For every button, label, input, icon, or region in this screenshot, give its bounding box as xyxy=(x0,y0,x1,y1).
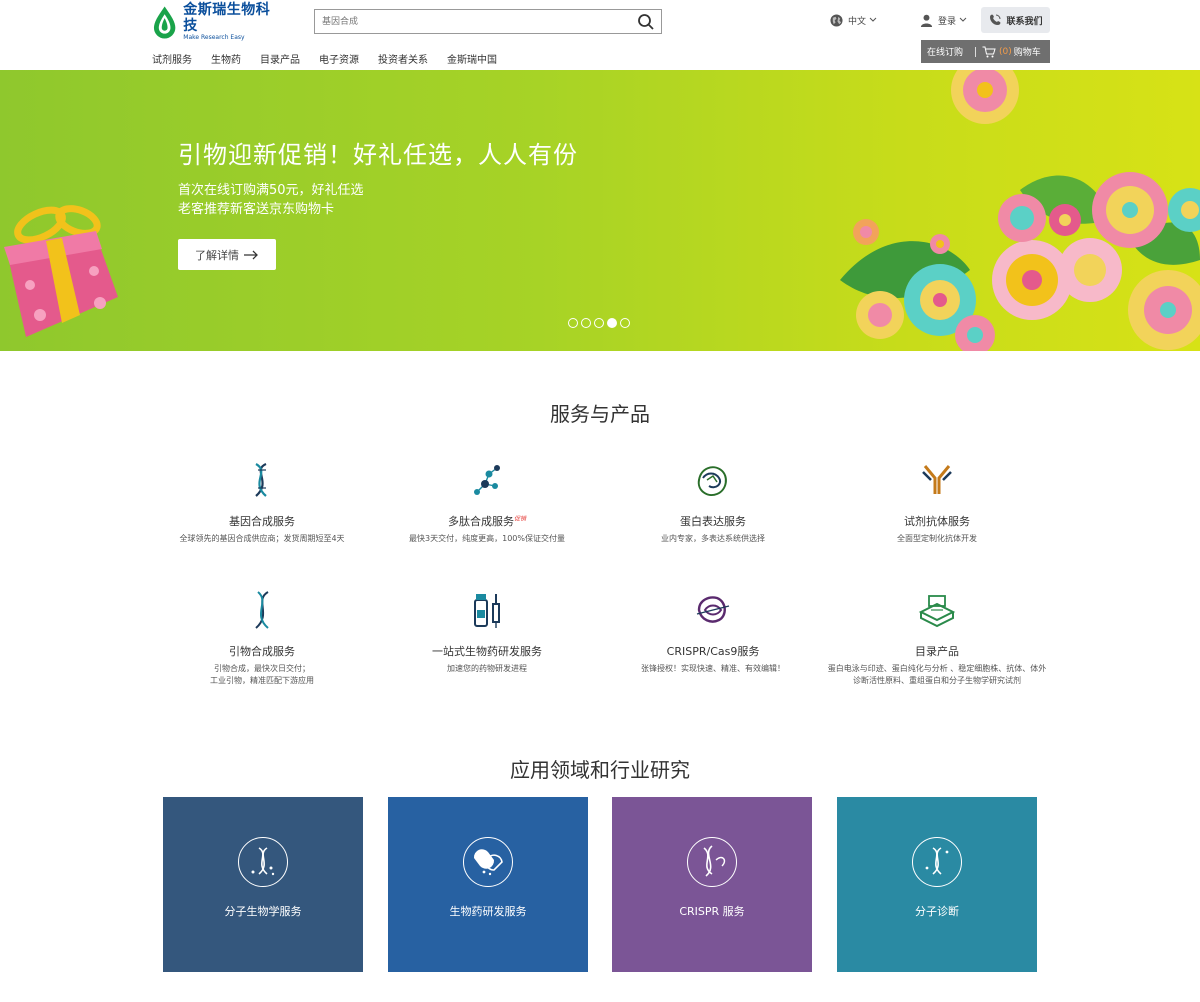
arrow-right-icon xyxy=(244,250,258,259)
banner-subtitle-2: 老客推荐新客送京东购物卡 xyxy=(178,202,335,217)
service-name-text: 多肽合成服务 xyxy=(447,515,514,528)
nav-item-reagent-services[interactable]: 试剂服务 xyxy=(152,51,192,66)
applications-section-title: 应用领域和行业研究 xyxy=(510,758,690,782)
service-desc: 业内专家，多表达系统供选择 xyxy=(661,534,765,543)
service-name: 试剂抗体服务 xyxy=(904,515,970,528)
service-desc: 全面型定制化抗体开发 xyxy=(897,534,977,543)
molecule-icon xyxy=(474,465,500,495)
globe-icon xyxy=(830,13,843,27)
app-card-biologics-rd[interactable]: 生物药研发服务 xyxy=(388,797,588,972)
service-desc: 最快3天交付，纯度更高，100%保证交付量 xyxy=(409,534,565,543)
app-label: CRISPR 服务 xyxy=(679,905,745,918)
capsule-icon xyxy=(473,849,503,876)
service-desc: 引物合成，最快次日交付； 工业引物，精准匹配下游应用 xyxy=(210,664,314,685)
cart-count: (0) xyxy=(999,46,1012,57)
gift-box-image xyxy=(4,205,118,337)
app-icon-circle xyxy=(463,837,513,887)
nav-item-investor-relations[interactable]: 投资者关系 xyxy=(378,51,428,66)
crispr-icon xyxy=(696,596,730,623)
protein-icon xyxy=(697,466,727,496)
app-card-crispr[interactable]: CRISPR 服务 xyxy=(612,797,812,972)
login-menu[interactable]: 登录 xyxy=(920,12,967,28)
company-logo[interactable]: 金斯瑞生物科技 Make Research Easy xyxy=(152,2,282,41)
contact-us-label: 联系我们 xyxy=(1006,16,1043,27)
app-icon-circle xyxy=(912,837,962,887)
shop-divider xyxy=(975,46,976,57)
promo-banner[interactable]: 引物迎新促销！好礼任选，人人有份 首次在线订购满50元，好礼任选 老客推荐新客送… xyxy=(0,70,1200,351)
diagnostic-dna-icon xyxy=(925,847,949,875)
service-desc: 加速您的药物研发进程 xyxy=(447,664,527,673)
service-name: 多肽合成服务促销 xyxy=(377,513,597,529)
logo-drop-icon xyxy=(153,6,176,39)
app-label: 分子诊断 xyxy=(915,905,959,918)
catalog-machine-icon xyxy=(918,595,956,628)
language-selector[interactable]: 中文 xyxy=(830,12,877,28)
app-label: 分子生物学服务 xyxy=(224,905,302,918)
banner-title: 引物迎新促销！好礼任选，人人有份 xyxy=(178,141,578,169)
nav-item-biologics[interactable]: 生物药 xyxy=(211,51,241,66)
main-nav: 试剂服务 生物药 目录产品 电子资源 投资者关系 金斯瑞中国 xyxy=(152,51,516,66)
service-name: 基因合成服务 xyxy=(229,515,295,528)
chevron-down-icon xyxy=(869,17,877,22)
service-desc: 全球领先的基因合成供应商；发货周期短至4天 xyxy=(179,534,345,543)
service-catalog-products[interactable]: 目录产品 蛋白电泳与印迹、蛋白纯化与分析 、稳定细胞株、抗体、体外诊断活性原料、… xyxy=(827,590,1047,687)
shop-bar: 在线订购 (0) 购物车 xyxy=(921,40,1050,63)
promo-badge: 促销 xyxy=(513,515,526,523)
service-name: CRISPR/Cas9服务 xyxy=(666,645,760,658)
phone-icon xyxy=(990,14,1001,25)
contact-us-button[interactable]: 联系我们 xyxy=(981,7,1050,33)
service-primer-synthesis[interactable]: 引物合成服务 引物合成，最快次日交付； 工业引物，精准匹配下游应用 xyxy=(152,590,372,687)
app-icon-circle xyxy=(687,837,737,887)
carousel-dot[interactable] xyxy=(620,318,630,328)
service-gene-synthesis[interactable]: 基因合成服务 全球领先的基因合成供应商；发货周期短至4天 xyxy=(152,460,372,545)
language-label: 中文 xyxy=(848,16,867,27)
search-icon[interactable] xyxy=(637,13,655,31)
carousel-dots xyxy=(568,318,633,328)
nav-item-e-resources[interactable]: 电子资源 xyxy=(319,51,359,66)
service-name: 引物合成服务 xyxy=(229,645,295,658)
service-one-stop-biologics[interactable]: 一站式生物药研发服务 加速您的药物研发进程 xyxy=(377,590,597,675)
dna-icon xyxy=(251,847,275,876)
crispr-dna-icon xyxy=(703,845,726,877)
login-label: 登录 xyxy=(938,16,957,27)
nav-item-genscript-china[interactable]: 金斯瑞中国 xyxy=(447,51,497,66)
logo-slogan: Make Research Easy xyxy=(183,34,245,41)
banner-subtitle-1: 首次在线订购满50元，好礼任选 xyxy=(178,183,364,198)
search-box xyxy=(314,9,662,34)
antibody-icon xyxy=(922,465,952,494)
service-crispr-cas9[interactable]: CRISPR/Cas9服务 张锋授权！实现快速、精准、有效编辑！ xyxy=(603,590,823,675)
carousel-dot[interactable] xyxy=(568,318,578,328)
service-name: 一站式生物药研发服务 xyxy=(432,645,542,658)
cart-icon[interactable] xyxy=(982,46,996,58)
user-icon xyxy=(920,14,933,27)
services-section-title: 服务与产品 xyxy=(550,402,650,426)
app-card-molecular-biology[interactable]: 分子生物学服务 xyxy=(163,797,363,972)
learn-more-button[interactable]: 了解详情 xyxy=(178,239,276,270)
cart-link[interactable]: 购物车 xyxy=(1014,45,1041,58)
carousel-dot-active[interactable] xyxy=(607,318,617,328)
service-name: 蛋白表达服务 xyxy=(680,515,746,528)
site-header: 金斯瑞生物科技 Make Research Easy 中文 登录 xyxy=(0,0,1200,70)
nav-item-catalog[interactable]: 目录产品 xyxy=(260,51,300,66)
service-desc: 张锋授权！实现快速、精准、有效编辑！ xyxy=(641,664,785,673)
vial-syringe-icon xyxy=(474,594,500,628)
service-reagent-antibody[interactable]: 试剂抗体服务 全面型定制化抗体开发 xyxy=(827,460,1047,545)
dna-helix-icon xyxy=(255,462,267,497)
carousel-dot[interactable] xyxy=(594,318,604,328)
app-card-molecular-diagnostics[interactable]: 分子诊断 xyxy=(837,797,1037,972)
logo-name: 金斯瑞生物科技 xyxy=(183,2,271,34)
learn-more-label: 了解详情 xyxy=(195,248,239,262)
online-order-link[interactable]: 在线订购 xyxy=(921,45,973,58)
carousel-dot[interactable] xyxy=(581,318,591,328)
chevron-down-icon xyxy=(959,17,967,22)
service-name: 目录产品 xyxy=(915,645,959,658)
service-peptide-synthesis[interactable]: 多肽合成服务促销 最快3天交付，纯度更高，100%保证交付量 xyxy=(377,460,597,545)
app-label: 生物药研发服务 xyxy=(449,905,527,918)
app-icon-circle xyxy=(238,837,288,887)
service-desc: 蛋白电泳与印迹、蛋白纯化与分析 、稳定细胞株、抗体、体外诊断活性原料、重组蛋白和… xyxy=(827,664,1047,685)
primer-helix-icon xyxy=(255,591,269,629)
service-protein-expression[interactable]: 蛋白表达服务 业内专家，多表达系统供选择 xyxy=(603,460,823,545)
search-input[interactable] xyxy=(315,10,625,33)
paper-flowers-image xyxy=(840,70,1200,351)
